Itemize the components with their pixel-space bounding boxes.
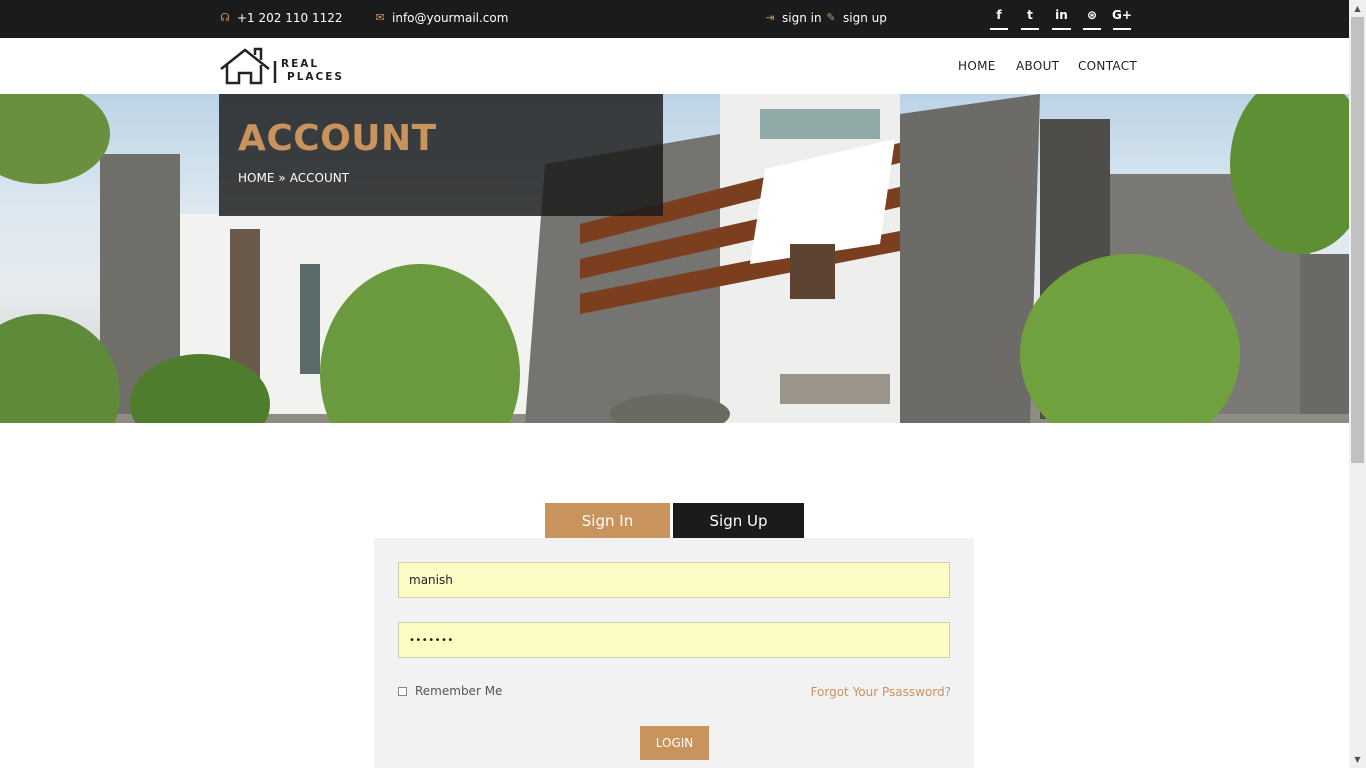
facebook-icon: f (996, 8, 1002, 22)
hero-banner: ACCOUNT HOME » ACCOUNT (0, 94, 1349, 423)
scroll-down-arrow-icon[interactable]: ▼ (1349, 751, 1366, 768)
nav-home[interactable]: HOME (958, 59, 996, 73)
top-bar: ☊ +1 202 110 1122 ✉ info@yourmail.com ⇥ … (0, 0, 1349, 38)
google-plus-icon: G+ (1112, 8, 1132, 22)
phone-text: +1 202 110 1122 (237, 11, 343, 25)
breadcrumb: HOME » ACCOUNT (238, 171, 349, 185)
logo-text-line1: REAL (281, 58, 320, 70)
scroll-thumb[interactable] (1351, 17, 1364, 463)
site-header: REAL PLACES HOME ABOUT CONTACT (0, 38, 1349, 94)
sign-in-text: sign in (782, 11, 822, 25)
linkedin-link[interactable]: in (1052, 8, 1071, 30)
username-field[interactable]: manish (398, 562, 950, 598)
hero-building-image (0, 94, 1349, 423)
breadcrumb-current: ACCOUNT (289, 171, 350, 185)
sign-up-text: sign up (843, 11, 887, 25)
vertical-scrollbar[interactable]: ▲ ▼ (1349, 0, 1366, 768)
breadcrumb-separator-icon: » (278, 171, 286, 185)
phone-contact[interactable]: ☊ +1 202 110 1122 (219, 11, 342, 25)
logo-text-line2: PLACES (287, 71, 344, 83)
tab-sign-in[interactable]: Sign In (545, 503, 670, 539)
tab-sign-up[interactable]: Sign Up (673, 503, 804, 539)
nav-about[interactable]: ABOUT (1016, 59, 1059, 73)
house-logo-icon (220, 47, 277, 85)
hero-title-box: ACCOUNT HOME » ACCOUNT (219, 94, 663, 216)
remember-me-label: Remember Me (415, 684, 503, 698)
twitter-link[interactable]: t (1021, 8, 1039, 30)
nav-contact[interactable]: CONTACT (1078, 59, 1137, 73)
sign-in-link[interactable]: ⇥ sign in (764, 11, 822, 25)
sign-in-icon: ⇥ (765, 11, 775, 24)
email-text: info@yourmail.com (392, 11, 509, 25)
envelope-icon: ✉ (375, 11, 385, 24)
email-contact[interactable]: ✉ info@yourmail.com (374, 11, 508, 25)
headset-icon: ☊ (220, 11, 230, 24)
remember-me-checkbox[interactable] (398, 686, 407, 696)
dribbble-link[interactable]: ⊛ (1083, 8, 1101, 30)
google-plus-link[interactable]: G+ (1112, 8, 1132, 30)
page-title: ACCOUNT (238, 118, 437, 159)
breadcrumb-home[interactable]: HOME (238, 171, 274, 185)
twitter-icon: t (1027, 8, 1033, 22)
login-button[interactable]: LOGIN (640, 726, 709, 760)
sign-up-link[interactable]: ✎ sign up (825, 11, 887, 25)
site-logo[interactable]: REAL PLACES (219, 45, 369, 87)
remember-me[interactable]: Remember Me (398, 684, 502, 698)
facebook-link[interactable]: f (990, 8, 1008, 30)
page: ☊ +1 202 110 1122 ✉ info@yourmail.com ⇥ … (0, 0, 1366, 768)
password-field[interactable]: ••••••• (398, 622, 950, 658)
dribbble-icon: ⊛ (1086, 8, 1098, 22)
linkedin-icon: in (1055, 8, 1068, 22)
sign-in-form: manish ••••••• Remember Me Forgot Your P… (374, 538, 974, 768)
scroll-up-arrow-icon[interactable]: ▲ (1349, 0, 1366, 17)
pencil-icon: ✎ (826, 11, 836, 24)
forgot-password-link[interactable]: Forgot Your Psassword? (811, 685, 951, 699)
